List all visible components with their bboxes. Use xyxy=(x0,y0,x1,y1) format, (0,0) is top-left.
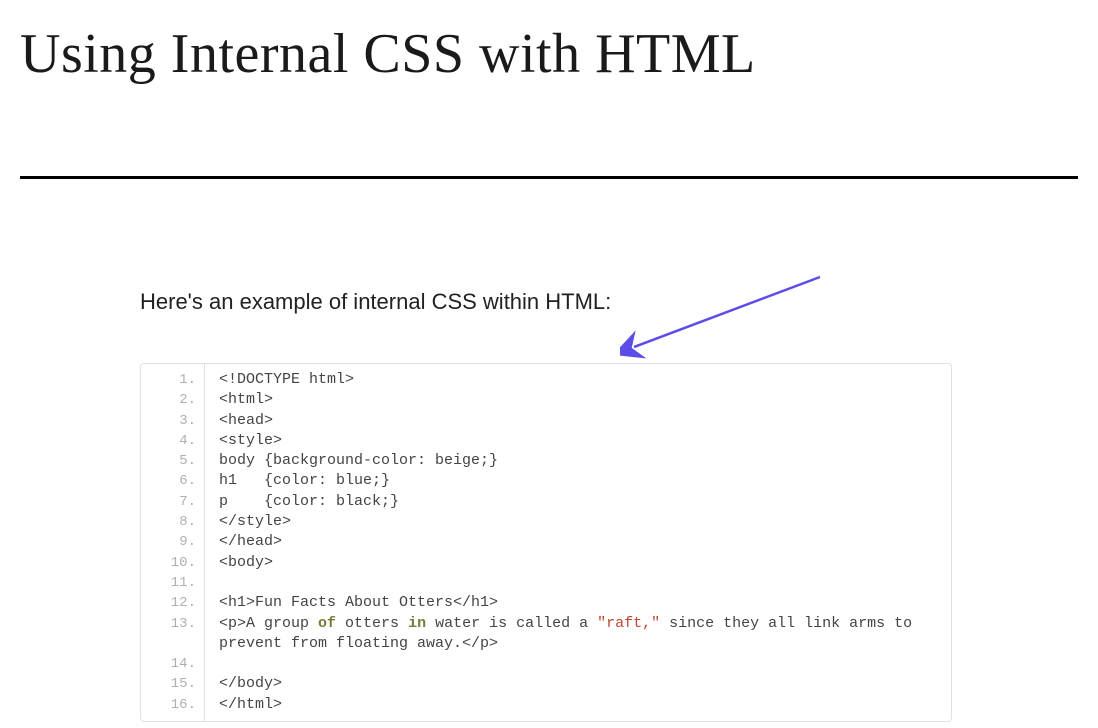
line-number: 14. xyxy=(141,654,196,674)
line-number: 9. xyxy=(141,532,196,552)
code-line xyxy=(219,573,941,593)
line-number: 12. xyxy=(141,593,196,613)
code-line xyxy=(219,654,941,674)
code-line: <html> xyxy=(219,390,941,410)
intro-text: Here's an example of internal CSS within… xyxy=(140,289,1098,315)
line-number: 8. xyxy=(141,512,196,532)
code-line: </style> xyxy=(219,512,941,532)
line-number: 3. xyxy=(141,411,196,431)
code-line: <style> xyxy=(219,431,941,451)
line-number: 11. xyxy=(141,573,196,593)
line-number: 4. xyxy=(141,431,196,451)
code-content: <!DOCTYPE html><html><head><style>body {… xyxy=(205,364,951,721)
content-area: Here's an example of internal CSS within… xyxy=(0,179,1098,722)
code-line: h1 {color: blue;} xyxy=(219,471,941,491)
line-number: 10. xyxy=(141,553,196,573)
code-line: </body> xyxy=(219,674,941,694)
code-line: </head> xyxy=(219,532,941,552)
line-number: 16. xyxy=(141,695,196,715)
code-line: p {color: black;} xyxy=(219,492,941,512)
line-number: 1. xyxy=(141,370,196,390)
line-number: 5. xyxy=(141,451,196,471)
code-line: <!DOCTYPE html> xyxy=(219,370,941,390)
code-line: body {background-color: beige;} xyxy=(219,451,941,471)
code-line: <p>A group of otters in water is called … xyxy=(219,614,941,655)
code-line: <head> xyxy=(219,411,941,431)
code-line: <h1>Fun Facts About Otters</h1> xyxy=(219,593,941,613)
code-line: <body> xyxy=(219,553,941,573)
line-number: 7. xyxy=(141,492,196,512)
line-number: 13. xyxy=(141,614,196,655)
line-number-gutter: 1.2.3.4.5.6.7.8.9.10.11.12.13.14.15.16. xyxy=(141,364,205,721)
line-number: 6. xyxy=(141,471,196,491)
line-number: 15. xyxy=(141,674,196,694)
code-block: 1.2.3.4.5.6.7.8.9.10.11.12.13.14.15.16. … xyxy=(140,363,952,722)
line-number: 2. xyxy=(141,390,196,410)
code-line: </html> xyxy=(219,695,941,715)
page-title: Using Internal CSS with HTML xyxy=(0,0,1098,86)
